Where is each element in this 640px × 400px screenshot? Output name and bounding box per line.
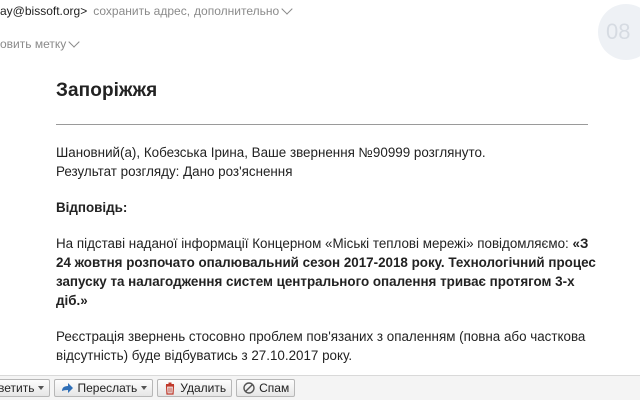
label-action-link[interactable]: овить метку (0, 37, 66, 51)
caret-down-icon[interactable] (38, 386, 45, 390)
action-toolbar: ветить Переслать Удалить Спам (0, 375, 640, 400)
more-link[interactable]: дополнительно (194, 4, 279, 18)
answer-heading: Відповідь: (56, 200, 128, 215)
spam-button[interactable]: Спам (236, 379, 296, 397)
forward-button[interactable]: Переслать (54, 379, 154, 397)
message-body: Запоріжжя Шановний(а), Кобезська Ірина, … (56, 80, 596, 365)
forward-arrow-icon (62, 383, 74, 393)
title-divider (56, 124, 588, 125)
delete-label: Удалить (180, 381, 227, 395)
chevron-down-icon[interactable] (281, 3, 293, 15)
spam-label: Спам (259, 381, 290, 395)
save-address-link[interactable]: сохранить адрес (93, 4, 186, 18)
message-title: Запоріжжя (56, 80, 158, 101)
label-row[interactable]: овить метку (0, 36, 80, 51)
corner-badge: 08 (598, 4, 640, 60)
chevron-down-icon[interactable] (68, 36, 80, 48)
header-separator: , (186, 4, 191, 18)
reply-button[interactable]: ветить (0, 379, 51, 397)
forward-label: Переслать (77, 381, 138, 395)
answer-intro: На підставі наданої інформації Концерном… (56, 236, 573, 251)
answer-paragraph: На підставі наданої інформації Концерном… (56, 234, 596, 310)
trash-icon (166, 382, 175, 395)
registration-note: Реєстрація звернень стосовно проблем пов… (56, 329, 586, 363)
caret-down-icon[interactable] (141, 386, 148, 390)
reply-label: ветить (0, 381, 35, 395)
spam-blocked-icon (243, 382, 255, 394)
greeting-line: Шановний(а), Кобезська Ірина, Ваше зверн… (56, 145, 486, 160)
delete-button[interactable]: Удалить (157, 379, 233, 397)
sender-line: ay@bissoft.org> сохранить адрес, дополни… (0, 2, 293, 20)
result-line: Результат розгляду: Дано роз'яснення (56, 164, 293, 179)
email-view: ay@bissoft.org> сохранить адрес, дополни… (0, 0, 640, 400)
sender-email[interactable]: ay@bissoft.org> (0, 4, 87, 18)
